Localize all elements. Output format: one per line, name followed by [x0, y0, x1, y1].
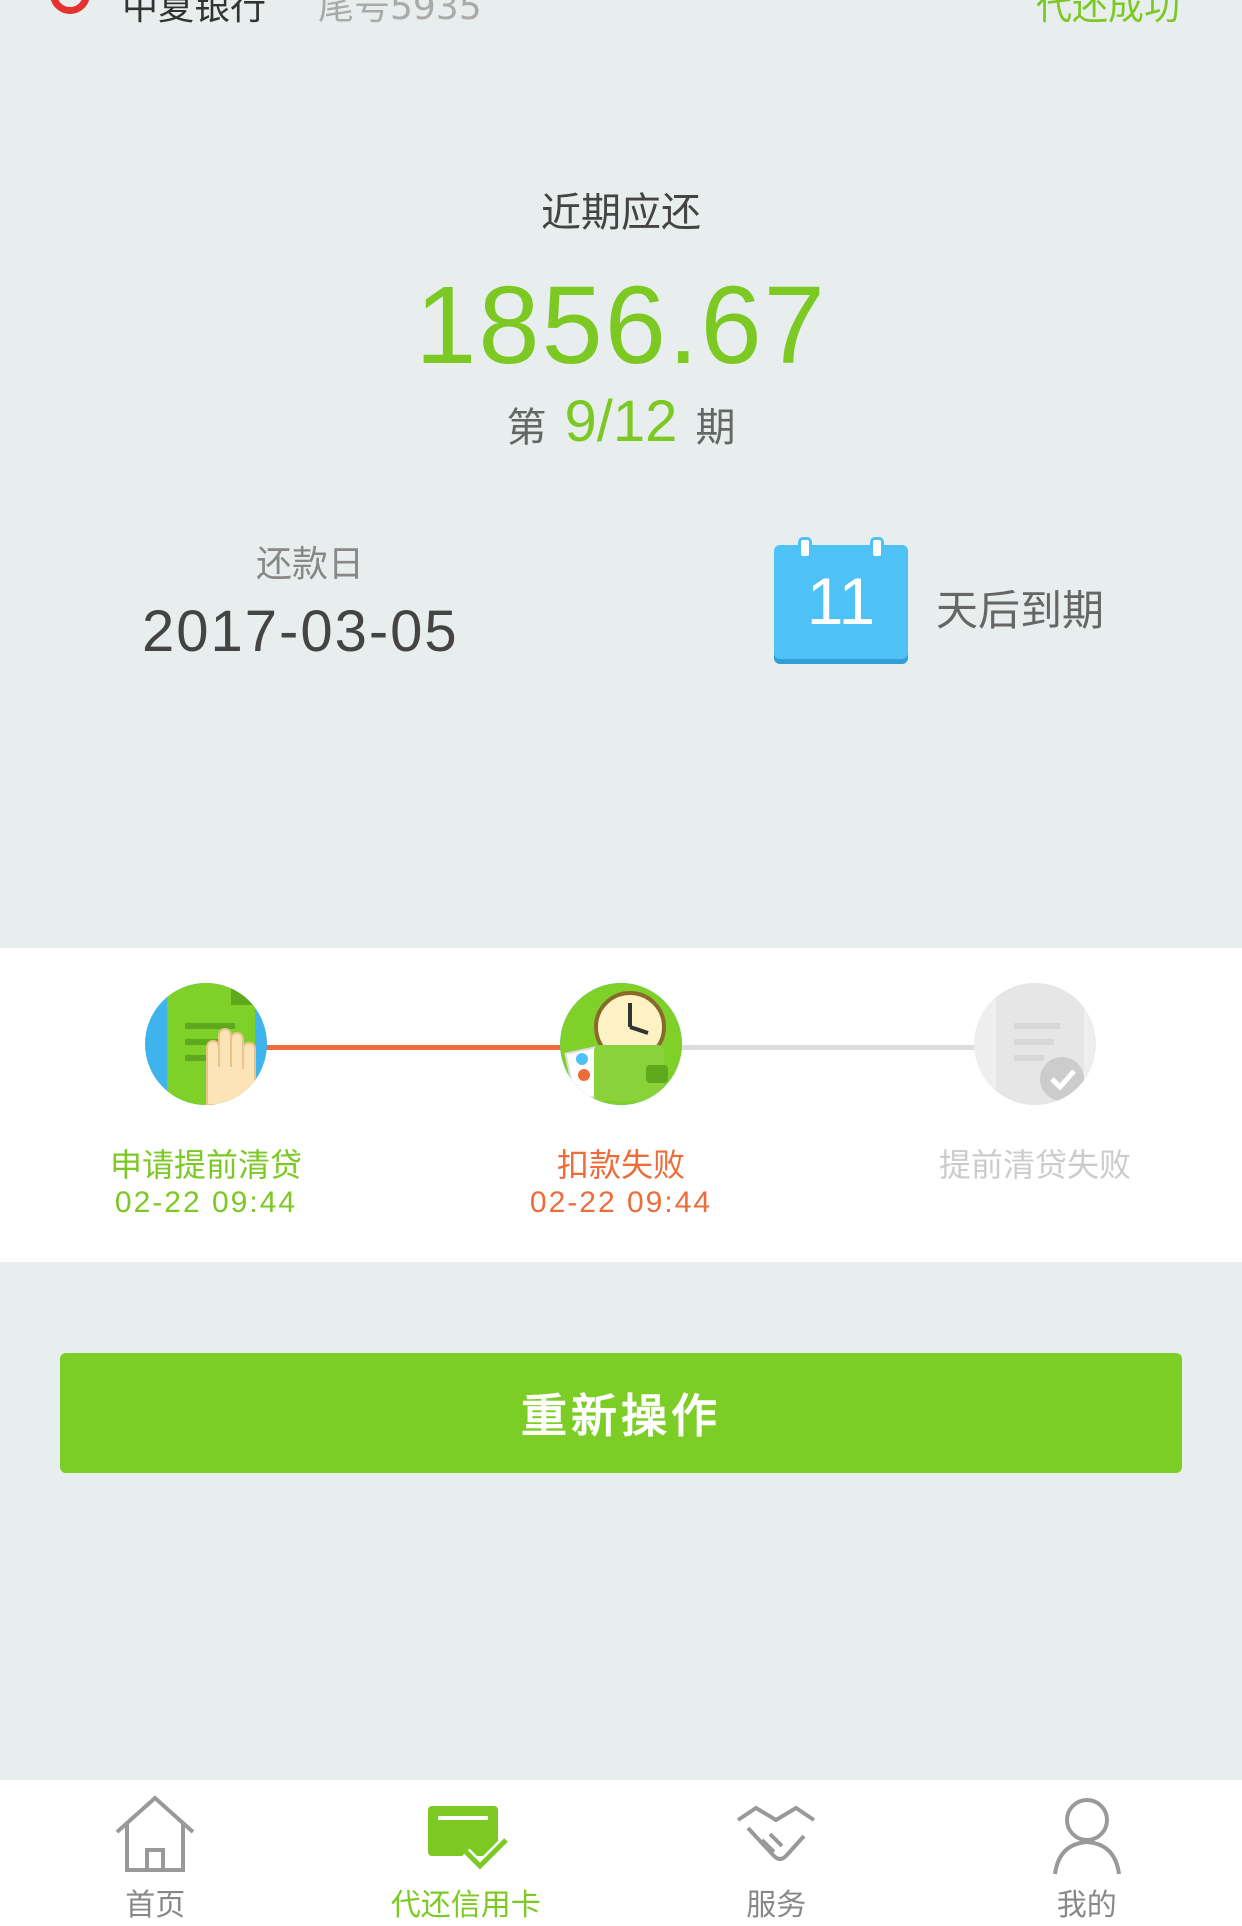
step-debit-label: 扣款失败: [556, 1146, 685, 1184]
tab-home-label: 首页: [125, 1888, 186, 1923]
period-value: 9/12: [564, 389, 678, 454]
due-title: 近期应还: [541, 190, 701, 236]
credit-card-check-icon: [424, 1794, 510, 1876]
retry-button[interactable]: 重新操作: [60, 1353, 1182, 1473]
tab-service[interactable]: 服务: [621, 1780, 932, 1926]
period-prefix: 第: [506, 405, 547, 451]
repay-status: 代还成功: [1035, 0, 1180, 28]
progress-line-done: [265, 1045, 565, 1050]
step-settle-label: 提前清贷失败: [938, 1146, 1131, 1184]
bottom-tab-bar: 首页 代还信用卡 服务 我的: [0, 1780, 1242, 1926]
bank-name: 中夏银行: [122, 0, 267, 28]
progress-line-pending: [680, 1045, 980, 1050]
repay-date: 2017-03-05: [142, 599, 459, 664]
step-apply-time: 02-22 09:44: [114, 1186, 298, 1219]
home-icon: [113, 1794, 197, 1876]
repay-date-label: 还款日: [256, 544, 365, 585]
tab-credit-repay-label: 代还信用卡: [390, 1888, 541, 1923]
tab-service-label: 服务: [746, 1888, 807, 1923]
card-tail-number: 尾号5935: [318, 0, 482, 28]
tab-home[interactable]: 首页: [0, 1780, 311, 1926]
days-left-count: 11: [806, 564, 876, 638]
handshake-icon: [734, 1794, 818, 1876]
days-left-text: 天后到期: [936, 586, 1105, 635]
document-hand-icon: [145, 983, 267, 1105]
user-icon: [1045, 1794, 1129, 1876]
period-suffix: 期: [695, 405, 736, 451]
calendar-ring-right: [870, 537, 884, 559]
tab-mine[interactable]: 我的: [932, 1780, 1242, 1926]
due-amount: 1856.67: [415, 264, 827, 387]
calendar-icon: 11: [774, 537, 908, 659]
step-debit-time: 02-22 09:44: [529, 1186, 713, 1219]
top-bar: 中夏银行 尾号5935 代还成功: [0, 0, 1242, 40]
tab-mine-label: 我的: [1056, 1888, 1117, 1923]
tab-credit-repay[interactable]: 代还信用卡: [311, 1780, 622, 1926]
clock-wallet-icon: [560, 983, 682, 1105]
calendar-ring-left: [798, 537, 812, 559]
bank-logo-icon: [50, 0, 90, 14]
step-apply-label: 申请提前清贷: [109, 1146, 302, 1184]
document-check-icon: [974, 983, 1096, 1105]
period-row: 第 9/12 期: [0, 388, 1242, 455]
progress-panel: 申请提前清贷 02-22 09:44 扣款失败 02-22 09:44 提前清贷…: [0, 948, 1242, 1262]
